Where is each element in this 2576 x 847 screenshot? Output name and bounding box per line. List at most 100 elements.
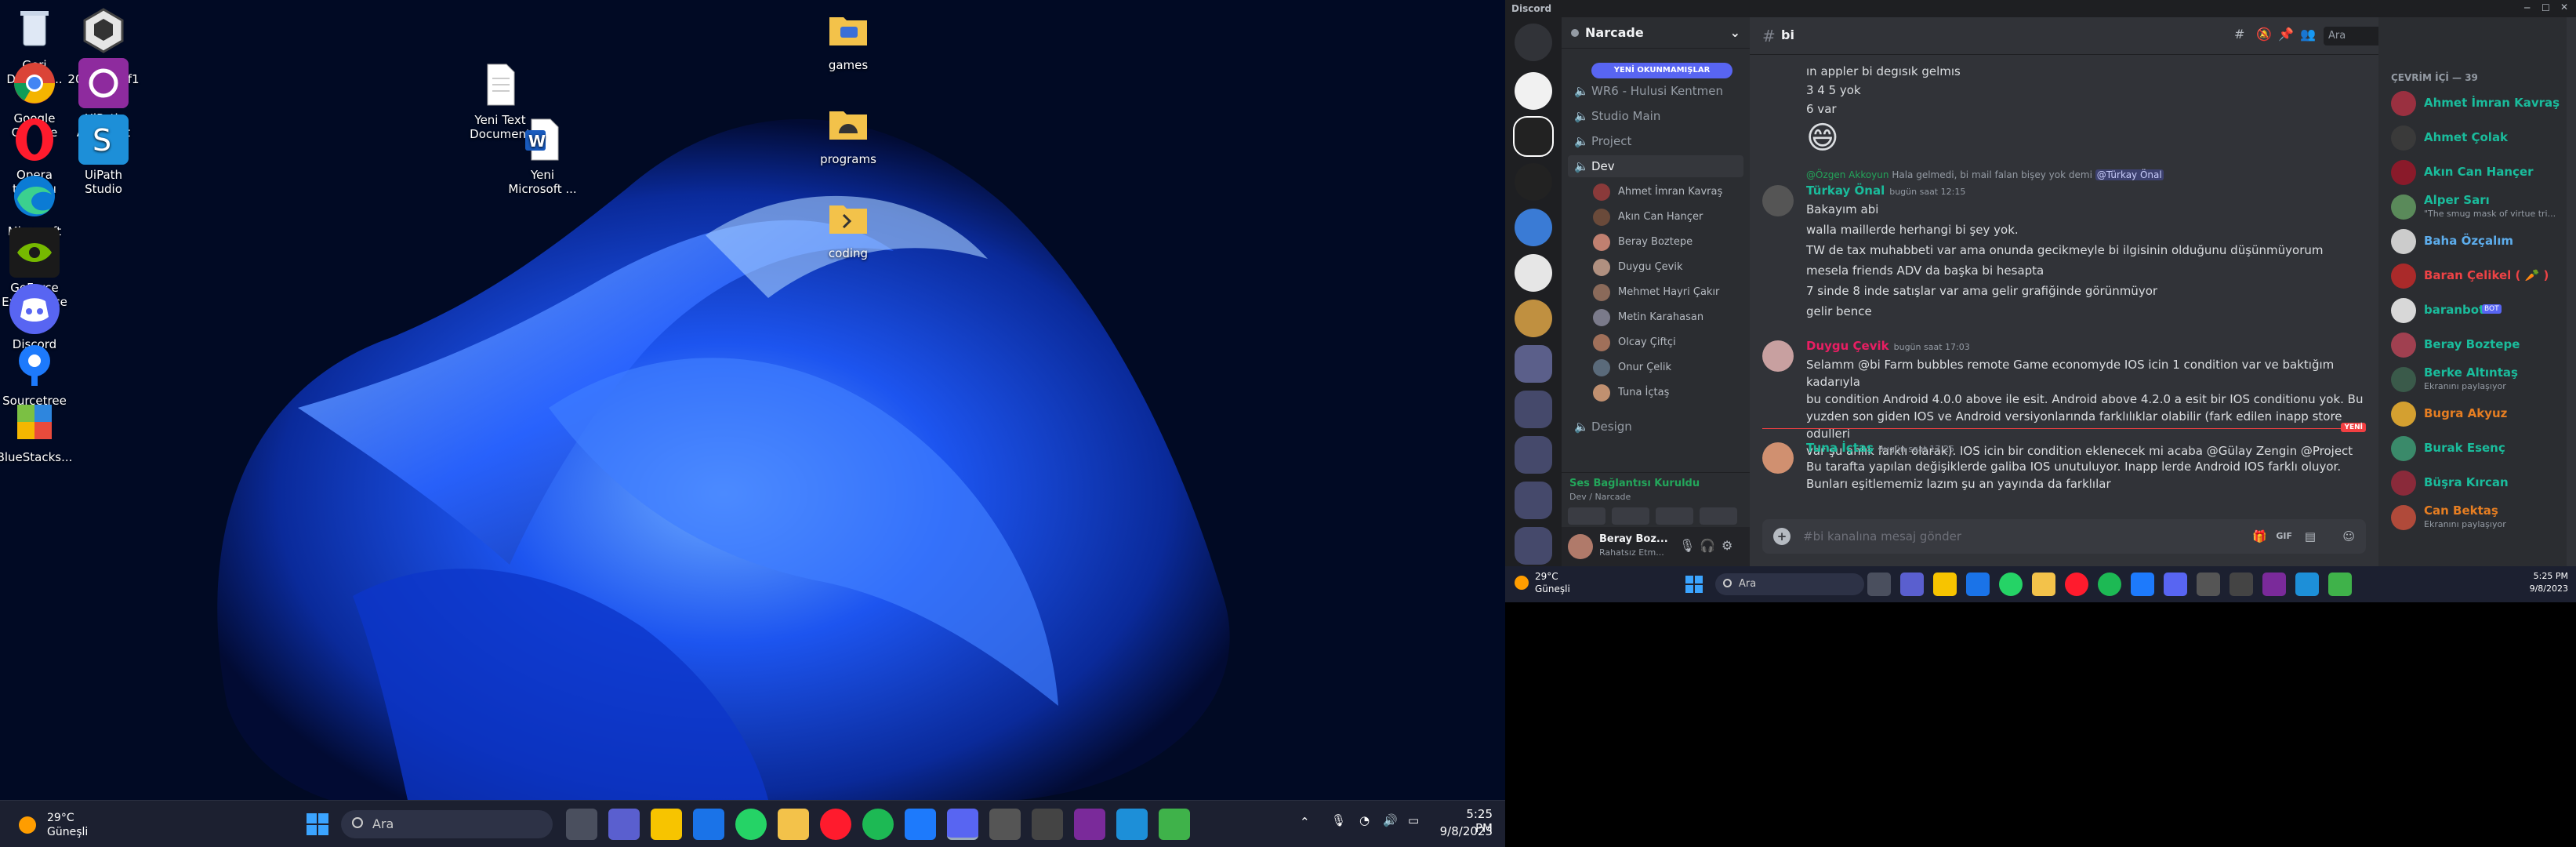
voice-channel-dev[interactable]: 🔈 Dev	[1568, 155, 1743, 177]
desktop-icon-word-document[interactable]: W Yeni Microsoft ...	[503, 115, 582, 196]
clock-date[interactable]: 9/8/2023	[2516, 583, 2568, 594]
rider-taskbar-icon[interactable]	[2262, 573, 2286, 596]
avatar[interactable]	[1762, 185, 1794, 216]
opera-taskbar-icon[interactable]	[820, 809, 851, 840]
gift-icon[interactable]: 🎁	[2252, 519, 2267, 554]
start-button[interactable]	[302, 809, 333, 840]
camera-button[interactable]	[1568, 507, 1605, 525]
member-item[interactable]: Burak Esenç	[2385, 431, 2560, 466]
desktop-icon-games-folder[interactable]: games	[809, 5, 887, 72]
avatar[interactable]	[1762, 340, 1794, 372]
meet-icon[interactable]	[1900, 573, 1924, 596]
avatar[interactable]	[1568, 534, 1593, 559]
clock-date[interactable]: 9/8/2023	[1438, 824, 1493, 838]
mail-icon[interactable]	[693, 809, 724, 840]
rider-taskbar-icon[interactable]	[1074, 809, 1105, 840]
clock-time[interactable]: 5:25 PM	[2524, 571, 2568, 581]
voice-member[interactable]: Onur Çelik	[1593, 356, 1671, 380]
activity-button[interactable]	[1656, 507, 1693, 525]
member-item[interactable]: Alper Sarı "The smug mask of virtue tri..…	[2385, 190, 2560, 224]
sourcetree-taskbar-icon[interactable]	[2131, 573, 2154, 596]
server-folder-icon[interactable]	[1515, 345, 1552, 383]
member-item[interactable]: Berke Altıntaş Ekranını paylaşıyor	[2385, 362, 2560, 397]
message-author[interactable]: Türkay Önal	[1806, 184, 1885, 198]
mail-icon[interactable]	[1966, 573, 1990, 596]
direct-messages-icon[interactable]	[1515, 24, 1552, 61]
maximize-icon[interactable]: ☐	[2542, 2, 2550, 13]
weather-widget[interactable]: 29°C Güneşli	[1515, 571, 1585, 598]
avatar[interactable]	[1762, 442, 1794, 474]
desktop-icon-uipath-studio[interactable]: S UiPath Studio	[64, 115, 143, 196]
voice-member[interactable]: Metin Karahasan	[1593, 306, 1703, 329]
message-author[interactable]: Duygu Çevik	[1806, 339, 1889, 353]
microphone-icon[interactable]: 🎙	[1679, 538, 1695, 553]
server-folder-icon[interactable]	[1515, 482, 1552, 519]
voice-member[interactable]: Mehmet Hayri Çakır	[1593, 281, 1719, 304]
sticky-notes-icon[interactable]	[1933, 573, 1957, 596]
meet-icon[interactable]	[608, 809, 640, 840]
server-folder-icon[interactable]	[1515, 391, 1552, 428]
voice-channel-studio-main[interactable]: 🔈 Studio Main	[1568, 105, 1743, 127]
opera-taskbar-icon[interactable]	[2065, 573, 2088, 596]
members-icon[interactable]: 👥	[2300, 27, 2316, 42]
member-item[interactable]: Ahmet Çolak	[2385, 121, 2560, 155]
task-view-icon[interactable]	[566, 809, 597, 840]
minimize-icon[interactable]: ─	[2524, 2, 2530, 13]
volume-icon[interactable]: 🔊	[1383, 813, 1398, 827]
pin-icon[interactable]: 📌	[2278, 27, 2294, 42]
server-icon[interactable]	[1515, 72, 1552, 110]
member-item[interactable]: Baha Özçalım	[2385, 224, 2560, 259]
message-author[interactable]: Tuna İçtaş	[1806, 441, 1874, 455]
microphone-icon[interactable]: 🎙	[1331, 813, 1346, 827]
server-icon[interactable]	[1515, 300, 1552, 337]
game-taskbar-icon[interactable]	[2230, 573, 2253, 596]
gif-icon[interactable]: GIF	[2276, 519, 2292, 554]
sticky-notes-icon[interactable]	[651, 809, 682, 840]
close-icon[interactable]: ✕	[2560, 2, 2568, 13]
threads-icon[interactable]: #	[2234, 27, 2244, 42]
chevron-up-icon[interactable]: ⌃	[1300, 815, 1310, 829]
sticker-icon[interactable]: ▤	[2305, 519, 2316, 554]
app-taskbar-icon[interactable]	[2328, 573, 2352, 596]
whatsapp-icon[interactable]	[1999, 573, 2023, 596]
voice-channel-project[interactable]: 🔈 Project	[1568, 130, 1743, 152]
reply-reference[interactable]: @Özgen Akkoyun Hala gelmedi, bi mail fal…	[1762, 166, 2366, 184]
voice-member[interactable]: Akın Can Hançer	[1593, 205, 1703, 229]
sourcetree-taskbar-icon[interactable]	[905, 809, 936, 840]
app-taskbar-icon[interactable]	[1159, 809, 1190, 840]
spotify-icon[interactable]	[2098, 573, 2121, 596]
member-item[interactable]: Can Bektaş Ekranını paylaşıyor	[2385, 500, 2560, 535]
screen-share-button[interactable]	[1612, 507, 1649, 525]
server-icon[interactable]	[1515, 209, 1552, 246]
server-narcade-icon[interactable]	[1513, 116, 1554, 157]
taskbar-search[interactable]: Ara	[1715, 573, 1864, 595]
discord-taskbar-icon[interactable]	[947, 809, 978, 840]
desktop-icon-programs-folder[interactable]: programs	[809, 99, 887, 166]
file-explorer-icon[interactable]	[2032, 573, 2055, 596]
voice-connected-status[interactable]: Ses Bağlantısı Kuruldu	[1569, 478, 1700, 489]
server-folder-icon[interactable]	[1515, 436, 1552, 474]
game-taskbar-icon[interactable]	[1032, 809, 1063, 840]
voice-member[interactable]: Ahmet İmran Kavraş	[1593, 180, 1722, 204]
member-item[interactable]: Beray Boztepe	[2385, 328, 2560, 362]
server-icon[interactable]	[1515, 254, 1552, 292]
wifi-icon[interactable]: ◔	[1359, 813, 1370, 827]
category-design[interactable]: 🔈 Design	[1568, 416, 1743, 438]
member-item[interactable]: baranbot BOT	[2385, 293, 2560, 328]
voice-member[interactable]: Olcay Çiftçi	[1593, 331, 1676, 354]
voice-channel-wr6[interactable]: 🔈 WR6 - Hulusi Kentmen	[1568, 80, 1743, 102]
member-item[interactable]: Baran Çelikel ( 🥕 )	[2385, 259, 2560, 293]
server-header[interactable]: Narcade ⌄	[1562, 17, 1750, 49]
task-view-icon[interactable]	[1867, 573, 1891, 596]
start-button[interactable]	[1682, 573, 1706, 596]
voice-member[interactable]: Tuna İçtaş	[1593, 381, 1669, 405]
whatsapp-icon[interactable]	[735, 809, 767, 840]
discord-taskbar-icon[interactable]	[2164, 573, 2187, 596]
server-folder-icon[interactable]	[1515, 527, 1552, 565]
soundboard-button[interactable]	[1700, 507, 1737, 525]
taskbar-search[interactable]: Ara	[341, 810, 553, 838]
voice-member[interactable]: Beray Boztepe	[1593, 231, 1693, 254]
member-item[interactable]: Akın Can Hançer	[2385, 155, 2560, 190]
unread-banner[interactable]: YENİ OKUNMAMIŞLAR	[1591, 63, 1732, 78]
member-item[interactable]: Bugra Akyuz	[2385, 397, 2560, 431]
